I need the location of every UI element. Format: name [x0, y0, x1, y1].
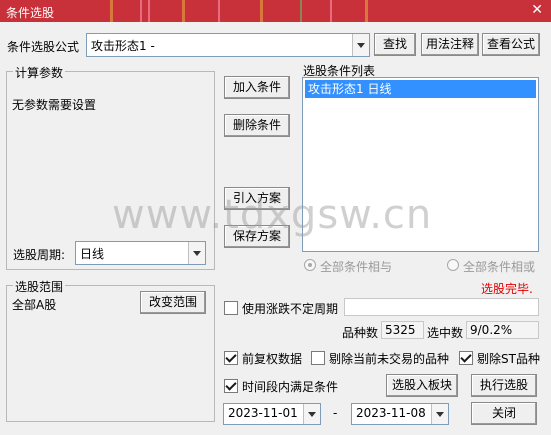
range-group: 选股范围 全部A股 改变范围 [6, 278, 215, 422]
time-range-label: 时间段内满足条件 [242, 380, 339, 394]
period-select[interactable]: 日线 [75, 241, 206, 265]
delete-condition-button[interactable]: 删除条件 [224, 114, 290, 137]
end-date-dropdown-arrow[interactable] [431, 404, 448, 424]
exclude-st-label: 剔除ST品种 [477, 352, 540, 366]
count-value: 5325 [381, 321, 424, 339]
end-date-picker[interactable]: 2023-11-08 [351, 403, 449, 425]
or-conditions-label: 全部条件相或 [463, 260, 536, 274]
adjusted-data-checkbox[interactable] [224, 351, 238, 365]
formula-label: 条件选股公式 [7, 40, 80, 54]
chevron-down-icon [193, 251, 201, 256]
chevron-down-icon [308, 412, 316, 417]
title-bar: 条件选股 ✕ [0, 0, 551, 22]
condition-list-item[interactable]: 攻击形态1 日线 [305, 80, 536, 98]
execute-selection-button[interactable]: 执行选股 [471, 374, 537, 397]
variable-period-label: 使用涨跌不定周期 [242, 302, 339, 316]
watermark: www.tdxgsw.cn [112, 192, 433, 238]
close-icon[interactable]: ✕ [531, 2, 543, 18]
range-value: 全部A股 [12, 298, 57, 312]
period-label: 选股周期: [13, 248, 66, 262]
status-text: 选股完毕. [481, 282, 533, 296]
change-range-button[interactable]: 改变范围 [140, 291, 206, 314]
params-legend: 计算参数 [13, 64, 66, 81]
start-date-value: 2023-11-01 [228, 406, 298, 420]
formula-select[interactable]: 攻击形态1 - [86, 33, 370, 57]
start-date-picker[interactable]: 2023-11-01 [223, 403, 321, 425]
or-conditions-radio[interactable] [447, 259, 459, 271]
window-title: 条件选股 [6, 6, 55, 20]
formula-dropdown-arrow[interactable] [352, 34, 369, 56]
selected-label: 选中数 [427, 326, 464, 340]
start-date-dropdown-arrow[interactable] [303, 404, 320, 424]
date-separator: - [333, 406, 338, 420]
variable-period-input[interactable] [344, 298, 539, 316]
usage-notes-button[interactable]: 用法注释 [421, 33, 479, 56]
chevron-down-icon [436, 412, 444, 417]
exclude-st-checkbox[interactable] [459, 351, 473, 365]
exclude-untraded-label: 剔除当前未交易的品种 [329, 352, 450, 366]
period-dropdown-arrow[interactable] [188, 242, 205, 264]
period-value: 日线 [80, 247, 105, 261]
exclude-untraded-checkbox[interactable] [311, 351, 325, 365]
formula-value: 攻击形态1 - [91, 39, 155, 53]
close-button[interactable]: 关闭 [471, 402, 537, 425]
adjusted-data-label: 前复权数据 [242, 352, 303, 366]
end-date-value: 2023-11-08 [356, 406, 426, 420]
variable-period-checkbox[interactable] [224, 301, 238, 315]
and-conditions-radio[interactable] [304, 259, 316, 271]
time-range-checkbox[interactable] [224, 379, 238, 393]
background-chart-stripes [110, 0, 368, 22]
chevron-down-icon [357, 43, 365, 48]
find-button[interactable]: 查找 [374, 33, 416, 56]
condition-stock-picker-window: 条件选股 ✕ 条件选股公式 攻击形态1 - 查找 用法注释 查看公式 计算参数 … [0, 0, 551, 435]
view-formula-button[interactable]: 查看公式 [482, 33, 540, 56]
params-group: 计算参数 无参数需要设置 选股周期: 日线 [6, 64, 215, 270]
and-conditions-label: 全部条件相与 [320, 260, 393, 274]
range-legend: 选股范围 [13, 278, 66, 295]
selected-value: 9/0.2% [466, 321, 539, 339]
count-label: 品种数 [342, 326, 379, 340]
add-to-block-button[interactable]: 选股入板块 [386, 374, 458, 397]
add-condition-button[interactable]: 加入条件 [224, 76, 290, 99]
params-message: 无参数需要设置 [12, 98, 97, 112]
